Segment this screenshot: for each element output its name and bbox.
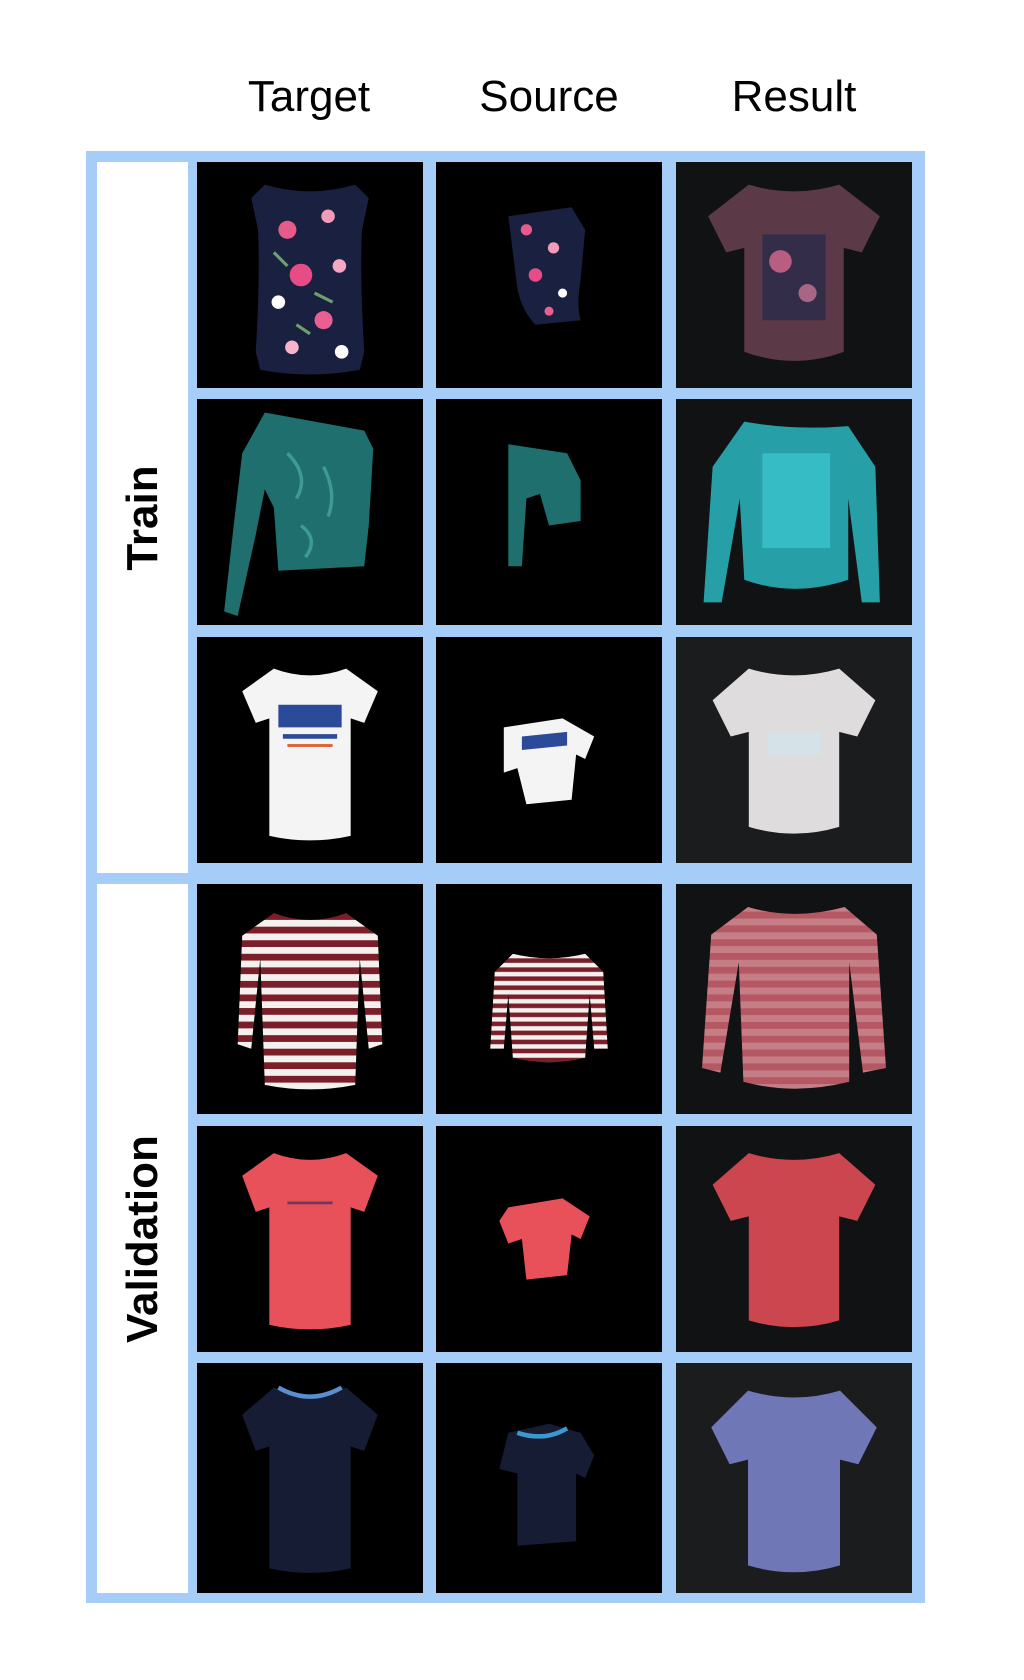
group-label-validation-text: Validation: [117, 1134, 167, 1343]
row-6-result-image: [676, 1363, 912, 1593]
row-5-source-image: [436, 1126, 662, 1352]
row-3-result-image: [676, 637, 912, 863]
row-1-result-image: [676, 162, 912, 388]
group-label-validation: Validation: [97, 884, 188, 1593]
row-5-target-image: [197, 1126, 423, 1352]
column-header-result: Result: [731, 72, 857, 121]
row-6-target-image: [197, 1363, 423, 1593]
row-4-target-image: [197, 884, 423, 1114]
row-3-source-image: [436, 637, 662, 863]
row-2-source-image: [436, 399, 662, 625]
column-header-source: Source: [479, 72, 619, 121]
row-3-target-image: [197, 637, 423, 863]
row-2-target-image: [197, 399, 423, 625]
group-label-train-text: Train: [117, 464, 167, 571]
row-1-source-image: [436, 162, 662, 388]
row-6-source-image: [436, 1363, 662, 1593]
row-5-result-image: [676, 1126, 912, 1352]
column-header-target: Target: [247, 72, 371, 121]
row-1-target-image: [197, 162, 423, 388]
row-4-source-image: [436, 884, 662, 1114]
row-4-result-image: [676, 884, 912, 1114]
row-2-result-image: [676, 399, 912, 625]
group-label-train: Train: [97, 162, 188, 873]
